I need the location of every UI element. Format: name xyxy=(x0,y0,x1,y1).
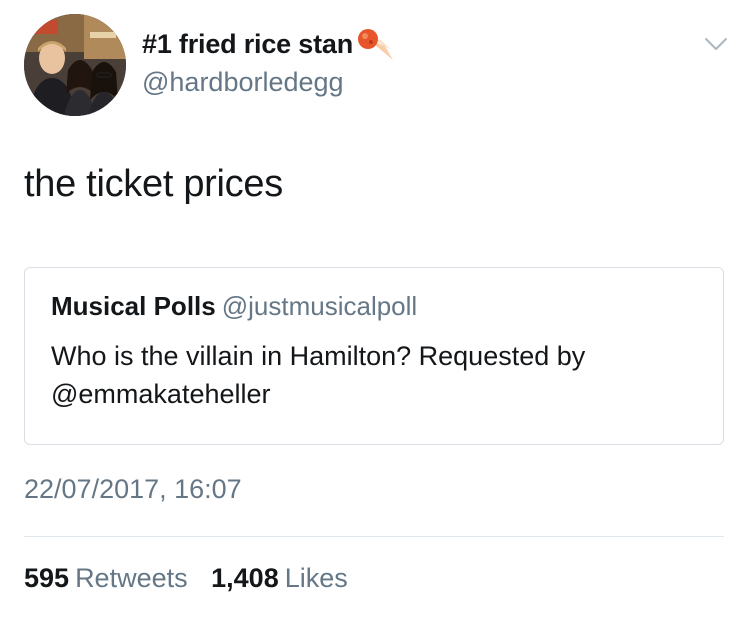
tweet-header: #1 fried rice stan @hardborledegg xyxy=(24,14,727,118)
retweets-count: 595 xyxy=(24,563,70,593)
tweet-stats: 595 Retweets 1,408 Likes xyxy=(24,563,348,594)
tweet-timestamp: 22/07/2017, 16:07 xyxy=(24,474,242,504)
likes-count: 1,408 xyxy=(211,563,279,593)
tweet-text: the ticket prices xyxy=(24,163,283,205)
retweets-stat[interactable]: 595 Retweets xyxy=(24,563,195,593)
quoted-tweet-display-name: Musical Polls xyxy=(51,291,216,321)
quoted-tweet-author: Musical Polls @justmusicalpoll xyxy=(51,291,417,322)
avatar[interactable] xyxy=(24,14,126,116)
likes-stat[interactable]: 1,408 Likes xyxy=(211,563,348,593)
likes-label: Likes xyxy=(284,563,348,593)
retweets-label: Retweets xyxy=(75,563,188,593)
meteor-emoji-icon xyxy=(355,26,395,62)
quoted-tweet-text: Who is the villain in Hamilton? Requeste… xyxy=(51,341,586,409)
chevron-down-icon[interactable] xyxy=(704,36,728,52)
author-display-name[interactable]: #1 fried rice stan xyxy=(142,29,353,60)
author-handle[interactable]: @hardborledegg xyxy=(142,67,344,98)
quoted-tweet-card[interactable]: Musical Polls @justmusicalpoll Who is the… xyxy=(24,267,724,445)
divider xyxy=(24,536,724,537)
avatar-photo-image xyxy=(24,14,126,116)
author-name-row[interactable]: #1 fried rice stan xyxy=(142,26,395,62)
quoted-tweet-handle: @justmusicalpoll xyxy=(221,291,418,321)
